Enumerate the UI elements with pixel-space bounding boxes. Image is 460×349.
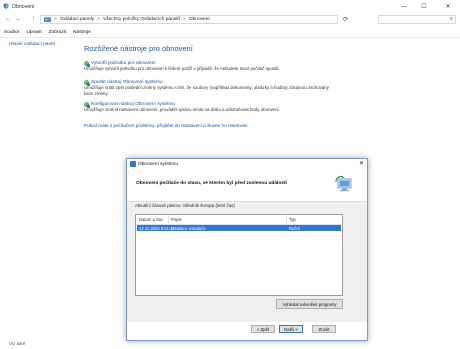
control-panel-icon: [44, 16, 51, 22]
row-date: 12.11.2020 9:01:41: [139, 225, 175, 231]
window-titlebar: Obnovení — ☐ ✕: [0, 0, 460, 13]
dialog-close-button[interactable]: ✕: [359, 160, 364, 167]
scan-affected-programs-button[interactable]: Vyhledat ovlivněné programy: [276, 299, 343, 309]
column-divider[interactable]: [286, 215, 287, 224]
maximize-button[interactable]: ☐: [416, 0, 432, 13]
column-header-type[interactable]: Typ: [289, 217, 296, 222]
next-button[interactable]: Další >: [279, 325, 303, 333]
cancel-button[interactable]: Zrušit: [312, 325, 336, 333]
breadcrumb-separator: >: [54, 17, 57, 22]
menu-view[interactable]: Zobrazit: [49, 30, 66, 35]
tool-configure-system-restore: Konfigurovat nástroj Obnovení systému Um…: [84, 102, 334, 113]
menu-file[interactable]: Soubor: [4, 30, 19, 35]
column-header-description[interactable]: Popis: [171, 217, 181, 222]
shield-icon: [84, 102, 90, 108]
sidebar: [0, 38, 80, 349]
close-button[interactable]: ✕: [440, 0, 456, 13]
table-row-selected[interactable]: 12.11.2020 9:01:41 Instalace ovladače Ru…: [137, 225, 341, 231]
column-divider[interactable]: [168, 215, 169, 224]
up-arrow-icon[interactable]: ↑: [32, 16, 35, 22]
breadcrumb-item-recovery[interactable]: Obnovení: [189, 17, 210, 22]
shield-icon: [84, 80, 90, 86]
search-icon: ⌕: [449, 16, 453, 22]
row-description: Instalace ovladače: [171, 225, 206, 231]
tool-description: Umožňuje vrátit zpět poslední změny syst…: [84, 85, 329, 96]
row-type: Ruční: [289, 225, 300, 231]
dialog-titlebar: Obnovení systému ✕: [127, 159, 367, 169]
breadcrumb-separator: >: [97, 17, 101, 22]
tool-description: Umožňuje změnit nastavení obnovení, prov…: [84, 107, 280, 112]
menu-tools[interactable]: Nástroje: [73, 30, 91, 35]
page-title: Rozšířené nástroje pro obnovení: [84, 44, 193, 53]
dialog-header: Obnovení počítače do stavu, ve kterém by…: [127, 169, 367, 202]
breadcrumb-separator: >: [183, 17, 186, 22]
shield-icon: [84, 61, 90, 67]
breadcrumb-item-control-panel[interactable]: Ovládací panely: [60, 17, 94, 22]
back-arrow-icon[interactable]: ←: [5, 16, 11, 22]
forward-arrow-icon[interactable]: →: [15, 16, 21, 22]
back-button[interactable]: < Zpět: [251, 325, 275, 333]
dialog-heading: Obnovení počítače do stavu, ve kterém by…: [136, 181, 287, 186]
system-restore-dialog: Obnovení systému ✕ Obnovení počítače do …: [126, 158, 368, 341]
column-header-date[interactable]: Datum a čas: [139, 217, 163, 222]
window-title: Obnovení: [12, 3, 35, 10]
system-restore-icon: [130, 161, 136, 167]
restore-points-table[interactable]: Datum a čas Popis Typ 12.11.2020 9:01:41…: [135, 214, 343, 296]
menu-bar: Soubor Upravit Zobrazit Nástroje: [0, 27, 460, 37]
timezone-label: Aktuální časové pásmo: Středník Evropa (…: [135, 203, 235, 208]
breadcrumb-item-all-items[interactable]: Všechny položky Ovládacích panelů: [103, 17, 180, 22]
shield-app-icon: [3, 3, 9, 9]
see-also-label: Viz také: [9, 341, 26, 346]
table-header: Datum a čas Popis Typ: [136, 215, 342, 225]
menu-edit[interactable]: Upravit: [26, 30, 41, 35]
tool-description: Umožňuje vytvořit jednotku pro obnovení …: [84, 66, 280, 71]
search-input[interactable]: ⌕: [378, 15, 456, 24]
control-panel-home-link[interactable]: Hlavní ovládací panel: [9, 42, 55, 47]
dialog-title: Obnovení systému: [138, 161, 178, 167]
refresh-icon[interactable]: ⟳: [343, 16, 348, 23]
reset-pc-link[interactable]: Pokud máte s počítačem problémy, přejdět…: [84, 123, 248, 128]
address-bar[interactable]: > Ovládací panely > Všechny položky Ovlá…: [40, 15, 338, 24]
tool-open-system-restore: Spustit nástroj Obnovení systému Umožňuj…: [84, 80, 334, 97]
tool-create-recovery-drive: Vytvořit jednotku pro obnovení Umožňuje …: [84, 61, 334, 72]
minimize-button[interactable]: —: [396, 0, 412, 13]
computer-restore-icon: [335, 175, 352, 192]
